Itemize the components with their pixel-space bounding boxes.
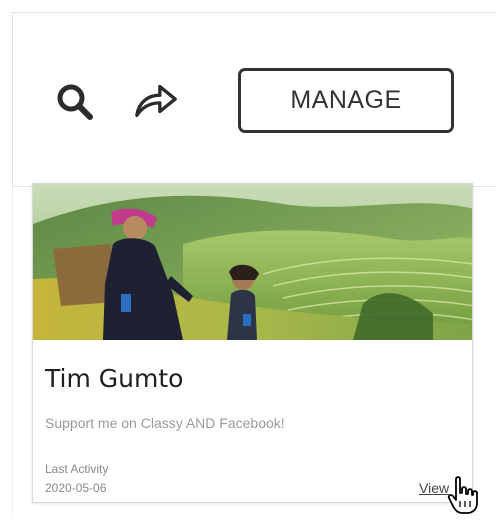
search-icon[interactable] (52, 79, 98, 125)
divider (12, 187, 13, 514)
fundraiser-card[interactable]: Tim Gumto Support me on Classy AND Faceb… (32, 183, 473, 503)
hand-pointer-icon (446, 475, 482, 515)
last-activity-label: Last Activity (45, 462, 109, 476)
last-activity-date: 2020-05-06 (45, 481, 107, 495)
view-link[interactable]: View (419, 480, 449, 496)
fundraiser-photo (33, 184, 472, 340)
manage-button[interactable]: MANAGE (238, 68, 454, 133)
card-body: Tim Gumto Support me on Classy AND Faceb… (33, 340, 472, 502)
share-icon[interactable] (133, 77, 179, 123)
fundraiser-tagline: Support me on Classy AND Facebook! (45, 415, 285, 431)
fundraiser-name: Tim Gumto (45, 364, 184, 393)
